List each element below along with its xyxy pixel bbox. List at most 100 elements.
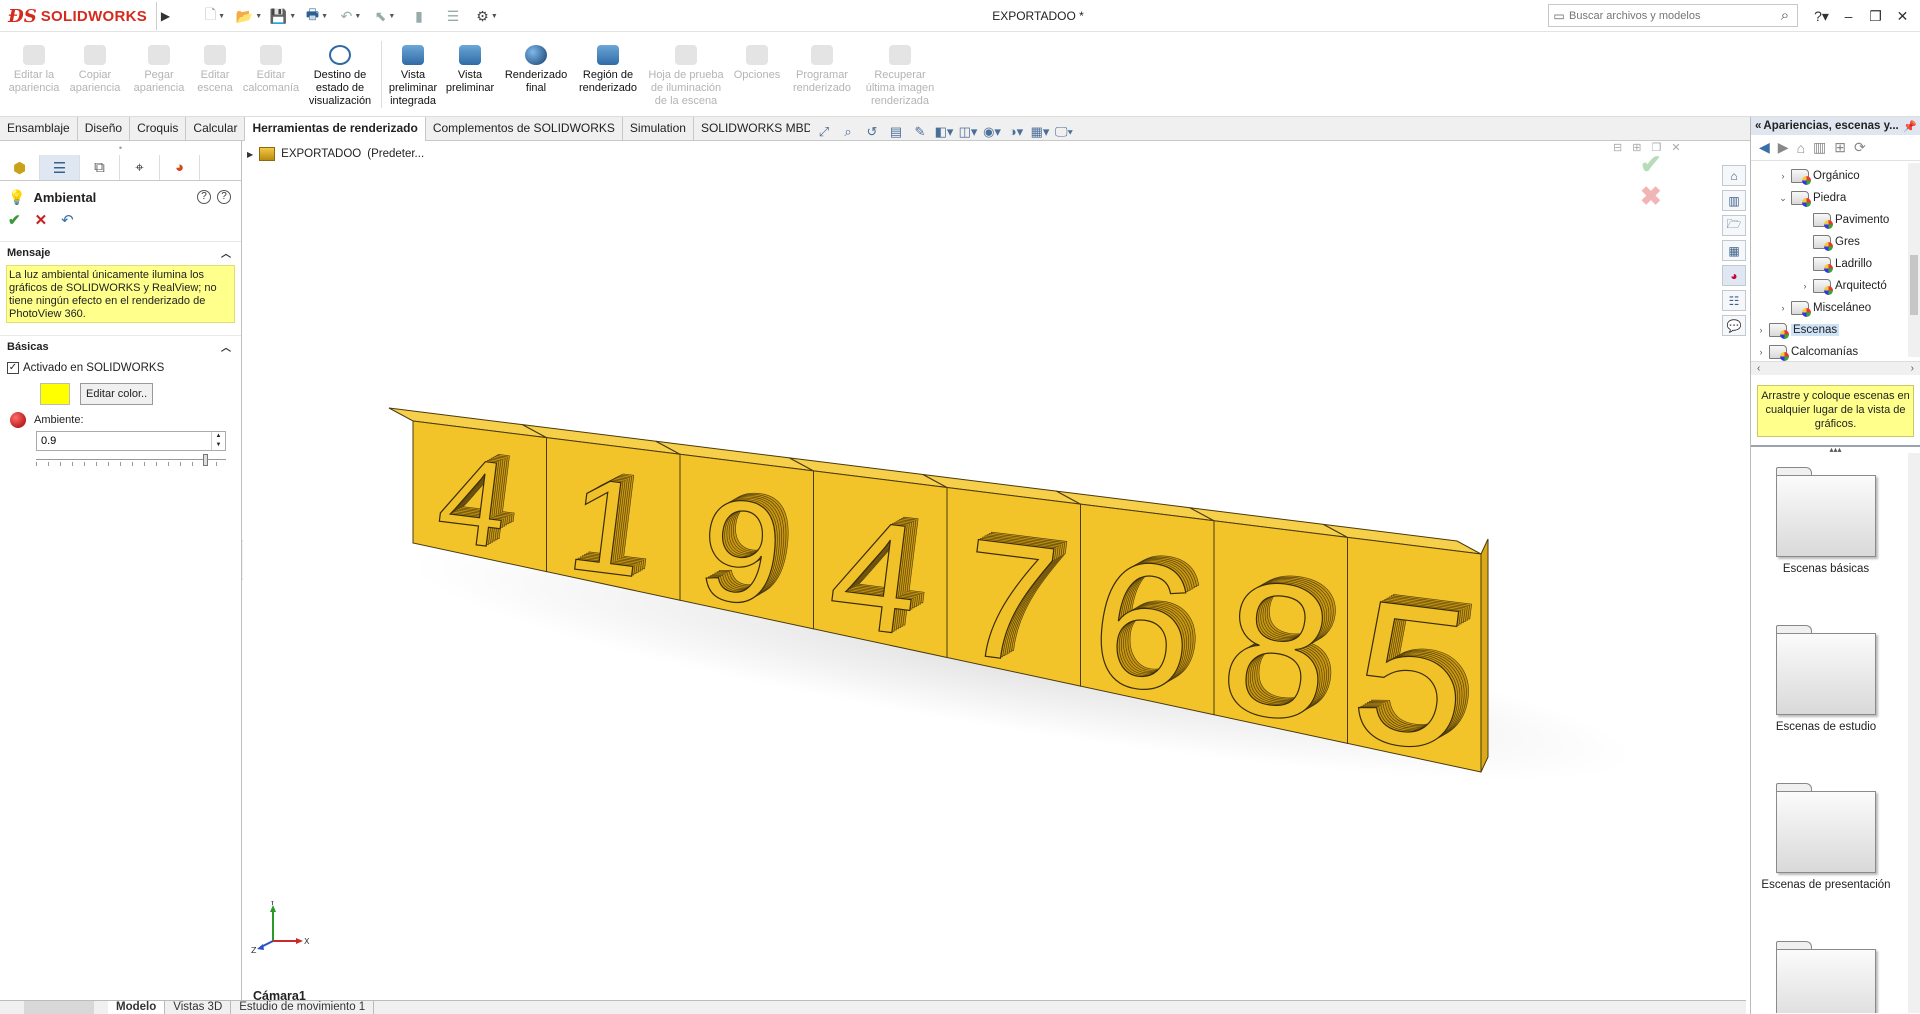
tree-horizontal-scrollbar[interactable]: ‹ › [1751,361,1920,375]
ambient-value-input[interactable] [37,432,205,450]
feature-tree-flyout[interactable]: ▶ EXPORTADOO (Predeter... [247,147,424,161]
tree-item[interactable]: › Escenas [1755,319,1840,341]
scrollbar-thumb[interactable] [1910,255,1918,315]
basic-section-header[interactable]: Básicas ︿ [0,335,241,357]
graphics-close-icon[interactable]: ✕ [1671,141,1680,154]
open-folder-icon[interactable]: 📂 ▼ [234,5,264,27]
edit-color-button[interactable]: Editar color.. [80,383,154,405]
tree-item[interactable]: Ladrillo [1799,253,1872,275]
view-settings-icon[interactable]: 🖵▾ [1055,124,1073,140]
tab-diseno[interactable]: Diseño [78,117,131,141]
tree-item[interactable]: › Calcomanías [1755,341,1858,361]
configuration-manager-tab-icon[interactable]: ⧉ [80,155,120,180]
tab-simulation[interactable]: Simulation [623,117,694,141]
property-manager-tab-icon[interactable]: ☰ [40,155,80,180]
scroll-left-icon[interactable]: ‹ [1757,363,1760,374]
ok-button[interactable]: ✔ [8,211,21,229]
refresh-icon[interactable]: ⟳ [1854,139,1866,156]
display-style-icon[interactable]: ◫▾ [959,124,978,140]
collapsed-chevron-icon[interactable]: › [1777,171,1789,181]
hide-show-items-icon[interactable]: ◉▾ [983,124,1001,140]
expand-arrow-icon[interactable]: ▶ [247,150,253,159]
tab-scroll-controls[interactable] [24,1001,94,1014]
previous-view-icon[interactable]: ↺ [863,124,881,140]
search-scope-icon[interactable]: ▭ [1549,9,1569,23]
view-orientation-icon[interactable]: ◧▾ [935,124,954,140]
save-icon[interactable]: 💾 ▼ [268,5,298,27]
options-gear-icon[interactable]: ⚙ ▼ [472,5,502,27]
tab-render-tools[interactable]: Herramientas de renderizado [245,117,426,141]
rebuild-icon[interactable]: ▮ [404,5,434,27]
enabled-checkbox[interactable]: ✓ [7,362,19,374]
preview-window-button[interactable]: Vista preliminar [441,33,499,116]
scroll-right-icon[interactable]: › [1911,363,1914,374]
whats-wrong-icon[interactable]: ? [197,190,211,204]
tree-vertical-scrollbar[interactable] [1908,163,1920,357]
edit-appearance-button[interactable]: Editar la apariencia [6,33,62,116]
tree-item[interactable]: ⌄ Piedra [1777,187,1846,209]
collapsed-chevron-icon[interactable]: › [1799,281,1811,291]
search-icon[interactable]: ⌕ [1773,7,1797,24]
forward-icon[interactable]: ▶ [1778,139,1789,156]
message-section-header[interactable]: Mensaje ︿ [0,241,241,263]
feature-manager-tab-icon[interactable]: ⬢ [0,155,40,180]
minimize-icon[interactable]: – [1835,4,1862,28]
scene-folder-item[interactable] [1751,941,1901,1013]
scene-folder-item[interactable]: Escenas de presentación [1751,783,1901,891]
menu-expand-arrow-icon[interactable]: ▶ [156,2,174,30]
tree-item[interactable]: Pavimento [1799,209,1889,231]
search-input[interactable] [1569,9,1773,22]
design-library-tab-icon[interactable]: ▥ [1722,190,1746,211]
help-icon[interactable]: ? [217,190,231,204]
edit-scene-button[interactable]: Editar escena [190,33,240,116]
pane-splitter[interactable]: ▴▴▴ [1751,445,1920,454]
file-properties-icon[interactable]: ☰ [438,5,468,27]
tree-item[interactable]: › Arquitectó [1799,275,1887,297]
graphics-area[interactable]: ▶ EXPORTADOO (Predeter... ⊟ ⊞ ❐ ✕ ✔ ✖ 44… [243,141,1746,1003]
tab-addins[interactable]: Complementos de SOLIDWORKS [426,117,623,141]
new-document-icon[interactable]: 🗋 ▼ [200,5,230,27]
restore-window-icon[interactable]: ❐ [1862,4,1889,28]
edit-decal-button[interactable]: Editar calcomanía [240,33,302,116]
scene-folder-item[interactable]: Escenas de estudio [1751,625,1901,733]
render-options-button[interactable]: Opciones [729,33,785,116]
tree-item[interactable]: Gres [1799,231,1860,253]
section-view-icon[interactable]: ▤ [887,124,905,140]
ambient-color-swatch[interactable] [40,383,70,405]
tree-item[interactable]: › Misceláneo [1777,297,1871,319]
tab-ensamblaje[interactable]: Ensamblaje [0,117,78,141]
zoom-to-fit-icon[interactable]: ⤢ [815,124,833,140]
scene-folder-item[interactable]: Escenas básicas [1751,467,1901,575]
appearances-scenes-tab-icon[interactable]: ◕ [1722,265,1746,286]
select-arrow-icon[interactable]: ⬉ ▼ [370,5,400,27]
tree-item[interactable]: › Orgánico [1777,165,1860,187]
file-explorer-tab-icon[interactable]: 🗁 [1722,215,1746,236]
final-render-button[interactable]: Renderizado final [499,33,573,116]
gallery-scrollbar[interactable] [1908,453,1920,1013]
tab-croquis[interactable]: Croquis [130,117,187,141]
custom-properties-tab-icon[interactable]: ☷ [1722,290,1746,311]
expanded-chevron-icon[interactable]: ⌄ [1777,193,1789,204]
confirm-ok-icon[interactable]: ✔ [1640,149,1662,179]
collapse-chevron-icon[interactable]: ︿ [221,245,241,260]
solidworks-logo[interactable]: ƉS SOLIDWORKS [8,5,147,27]
display-manager-tab-icon[interactable]: ◕ [160,155,200,180]
collapsed-chevron-icon[interactable]: › [1777,303,1789,313]
graphics-minimize-icon[interactable]: ⊟ [1613,141,1622,154]
confirm-cancel-icon[interactable]: ✖ [1640,183,1662,209]
pane-grip[interactable]: • [0,141,241,155]
solidworks-resources-tab-icon[interactable]: ⌂ [1722,165,1746,186]
scene-illumination-proof-sheet-button[interactable]: Hoja de prueba de iluminación de la esce… [643,33,729,116]
integrated-preview-button[interactable]: Vista preliminar integrada [385,33,441,116]
apply-scene-icon[interactable]: ▦▾ [1031,124,1050,140]
forum-tab-icon[interactable]: 💬 [1722,315,1746,336]
tab-3d-views[interactable]: Vistas 3D [165,1001,232,1014]
slider-thumb[interactable] [202,454,208,466]
recover-last-render-button[interactable]: Recuperar última imagen renderizada [859,33,941,116]
tab-calcular[interactable]: Calcular [186,117,246,141]
ambient-spinner[interactable]: ▲ ▼ [211,432,225,450]
cancel-button[interactable]: ✕ [35,211,48,229]
print-icon[interactable]: 🖶 ▼ [302,5,332,27]
help-icon[interactable]: ?▾ [1808,4,1835,28]
search-box[interactable]: ▭ ⌕ [1548,4,1798,27]
